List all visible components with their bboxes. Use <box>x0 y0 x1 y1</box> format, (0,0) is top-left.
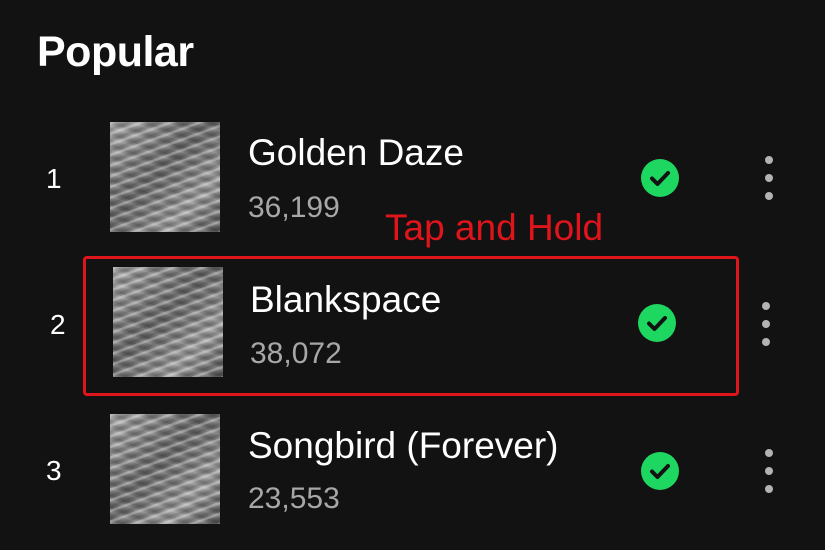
more-options-button[interactable] <box>756 302 776 346</box>
track-rank: 1 <box>46 163 62 194</box>
track-play-count: 36,199 <box>248 191 340 224</box>
highlight-box <box>83 256 739 396</box>
more-options-dot <box>765 192 773 200</box>
more-options-icon <box>765 156 773 164</box>
album-cover-image <box>110 122 220 232</box>
more-options-icon <box>762 302 770 310</box>
track-play-count: 23,553 <box>248 482 340 515</box>
track-title: Golden Daze <box>248 132 464 173</box>
more-options-button[interactable] <box>759 449 779 493</box>
more-options-dot <box>765 174 773 182</box>
track-rank: 3 <box>46 455 62 486</box>
more-options-button[interactable] <box>759 156 779 200</box>
more-options-dot <box>762 320 770 328</box>
more-options-icon <box>765 449 773 457</box>
downloaded-check-icon <box>641 159 679 197</box>
more-options-dot <box>765 467 773 475</box>
track-row-3[interactable]: 3 Songbird (Forever) 23,553 <box>0 408 825 528</box>
tap-and-hold-annotation: Tap and Hold <box>385 207 604 248</box>
downloaded-check-icon <box>641 452 679 490</box>
section-title: Popular <box>37 28 194 76</box>
more-options-dot <box>762 338 770 346</box>
more-options-dot <box>765 485 773 493</box>
album-cover-image <box>110 414 220 524</box>
track-title: Songbird (Forever) <box>248 425 559 466</box>
track-rank: 2 <box>50 309 66 340</box>
